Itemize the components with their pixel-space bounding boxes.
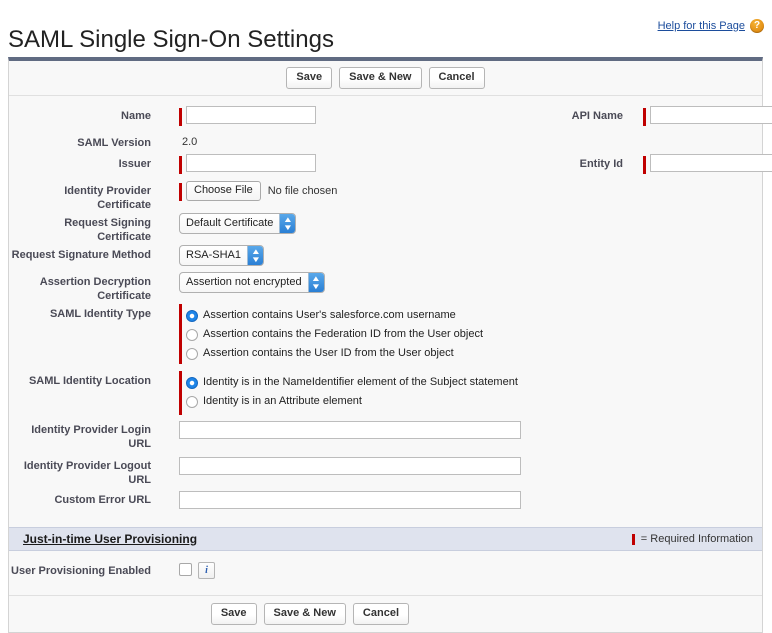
label-identity-provider-login-url: Identity Provider Login URL xyxy=(9,415,151,451)
required-marker-saml-identity-type xyxy=(179,304,182,364)
user-provisioning-enabled-checkbox[interactable] xyxy=(179,563,192,576)
assertion-decryption-certificate-select[interactable]: Assertion not encrypted ▲▼ xyxy=(179,272,325,293)
name-input[interactable] xyxy=(186,106,316,124)
radio-option[interactable]: Assertion contains the User ID from the … xyxy=(186,344,483,363)
field-identity-provider-login-url xyxy=(171,415,521,447)
page-title: SAML Single Sign-On Settings xyxy=(8,26,334,54)
required-marker-saml-identity-location xyxy=(179,371,182,415)
chevron-updown-icon[interactable]: ▲▼ xyxy=(247,246,263,265)
jit-form-grid: User Provisioning Enabled i xyxy=(9,560,762,581)
issuer-input[interactable] xyxy=(186,154,316,172)
radio-label: Assertion contains the User ID from the … xyxy=(203,347,454,360)
saml-identity-type-radio-group: Assertion contains User's salesforce.com… xyxy=(186,304,483,363)
save-and-new-button-top[interactable]: Save & New xyxy=(339,67,421,89)
save-button-bottom[interactable]: Save xyxy=(211,603,257,625)
form-body: Name API Name i SAML Version 2.0 Issuer xyxy=(9,96,762,527)
radio-icon[interactable] xyxy=(186,348,198,360)
custom-error-url-input[interactable] xyxy=(179,491,521,509)
field-request-signing-certificate: Default Certificate ▲▼ xyxy=(171,212,521,239)
field-saml-version: 2.0 xyxy=(171,132,521,153)
saml-version-value: 2.0 xyxy=(179,133,197,148)
field-saml-identity-location: Identity is in the NameIdentifier elemen… xyxy=(171,364,521,415)
label-request-signature-method: Request Signature Method xyxy=(9,244,151,262)
identity-provider-login-url-input[interactable] xyxy=(179,421,521,439)
required-marker-api-name xyxy=(643,108,646,126)
assertion-decryption-certificate-value: Assertion not encrypted xyxy=(180,273,308,292)
required-marker-entity-id xyxy=(643,156,646,174)
required-marker-idp-certificate xyxy=(179,183,182,201)
jit-section-title: Just-in-time User Provisioning xyxy=(23,532,197,546)
api-name-input[interactable] xyxy=(650,106,772,124)
field-saml-identity-type: Assertion contains User's salesforce.com… xyxy=(171,303,521,364)
save-and-new-button-bottom[interactable]: Save & New xyxy=(264,603,346,625)
label-issuer: Issuer xyxy=(9,153,151,171)
field-identity-provider-logout-url xyxy=(171,451,521,483)
required-marker-name xyxy=(179,108,182,126)
label-name: Name xyxy=(9,105,151,123)
label-identity-provider-certificate: Identity Provider Certificate xyxy=(9,180,151,212)
entity-id-input[interactable] xyxy=(650,154,772,172)
field-entity-id xyxy=(635,153,772,180)
chevron-updown-icon[interactable]: ▲▼ xyxy=(279,214,295,233)
radio-option[interactable]: Assertion contains User's salesforce.com… xyxy=(186,306,483,325)
save-button-top[interactable]: Save xyxy=(286,67,332,89)
question-mark-icon[interactable]: ? xyxy=(750,19,764,33)
field-api-name: i xyxy=(635,105,772,132)
required-information-legend: = Required Information xyxy=(632,533,753,545)
label-saml-identity-type: SAML Identity Type xyxy=(9,303,151,321)
bottom-button-bar: Save Save & New Cancel xyxy=(9,595,762,632)
radio-icon-selected[interactable] xyxy=(186,310,198,322)
radio-option[interactable]: Identity is in the NameIdentifier elemen… xyxy=(186,373,518,392)
request-signing-certificate-value: Default Certificate xyxy=(180,214,279,233)
jit-section-header: Just-in-time User Provisioning = Require… xyxy=(9,527,762,551)
radio-label: Assertion contains User's salesforce.com… xyxy=(203,309,456,322)
label-custom-error-url: Custom Error URL xyxy=(9,487,151,507)
radio-label: Identity is in an Attribute element xyxy=(203,395,362,408)
field-identity-provider-certificate: Choose File No file chosen xyxy=(171,180,521,207)
field-name xyxy=(171,105,521,132)
help-link-label[interactable]: Help for this Page xyxy=(658,20,745,32)
label-assertion-decryption-certificate: Assertion Decryption Certificate xyxy=(9,271,151,303)
file-upload-row: Choose File No file chosen xyxy=(186,181,337,201)
radio-label: Identity is in the NameIdentifier elemen… xyxy=(203,376,518,389)
info-icon[interactable]: i xyxy=(198,562,215,579)
cancel-button-bottom[interactable]: Cancel xyxy=(353,603,409,625)
chevron-updown-icon[interactable]: ▲▼ xyxy=(308,273,324,292)
label-identity-provider-logout-url: Identity Provider Logout URL xyxy=(9,451,151,487)
jit-section-body: User Provisioning Enabled i xyxy=(9,551,762,595)
help-for-this-page[interactable]: Help for this Page ? xyxy=(658,19,764,33)
choose-file-button[interactable]: Choose File xyxy=(186,181,261,201)
radio-option[interactable]: Assertion contains the Federation ID fro… xyxy=(186,325,483,344)
file-status-label: No file chosen xyxy=(268,185,338,197)
field-assertion-decryption-certificate: Assertion not encrypted ▲▼ xyxy=(171,271,521,298)
saml-settings-panel: Save Save & New Cancel Name API Name i S… xyxy=(8,57,763,633)
radio-icon[interactable] xyxy=(186,329,198,341)
identity-provider-logout-url-input[interactable] xyxy=(179,457,521,475)
cancel-button-top[interactable]: Cancel xyxy=(429,67,485,89)
field-request-signature-method: RSA-SHA1 ▲▼ xyxy=(171,244,521,271)
radio-icon[interactable] xyxy=(186,396,198,408)
required-marker-icon xyxy=(632,534,635,545)
page-header: SAML Single Sign-On Settings Help for th… xyxy=(0,0,772,57)
label-api-name: API Name xyxy=(521,105,623,123)
form-grid: Name API Name i SAML Version 2.0 Issuer xyxy=(9,105,762,517)
required-marker-issuer xyxy=(179,156,182,174)
request-signing-certificate-select[interactable]: Default Certificate ▲▼ xyxy=(179,213,296,234)
label-saml-version: SAML Version xyxy=(9,132,151,150)
radio-icon-selected[interactable] xyxy=(186,377,198,389)
top-button-bar: Save Save & New Cancel xyxy=(9,61,762,96)
label-request-signing-certificate: Request Signing Certificate xyxy=(9,212,151,244)
label-user-provisioning-enabled: User Provisioning Enabled xyxy=(9,560,151,578)
field-issuer xyxy=(171,153,521,180)
field-custom-error-url xyxy=(171,487,521,517)
saml-identity-location-radio-group: Identity is in the NameIdentifier elemen… xyxy=(186,371,518,411)
label-entity-id: Entity Id xyxy=(521,153,623,171)
radio-label: Assertion contains the Federation ID fro… xyxy=(203,328,483,341)
required-legend-text: = Required Information xyxy=(641,533,753,545)
field-user-provisioning-enabled: i xyxy=(171,560,521,581)
label-saml-identity-location: SAML Identity Location xyxy=(9,364,151,388)
request-signature-method-select[interactable]: RSA-SHA1 ▲▼ xyxy=(179,245,264,266)
request-signature-method-value: RSA-SHA1 xyxy=(180,246,247,265)
radio-option[interactable]: Identity is in an Attribute element xyxy=(186,392,518,411)
